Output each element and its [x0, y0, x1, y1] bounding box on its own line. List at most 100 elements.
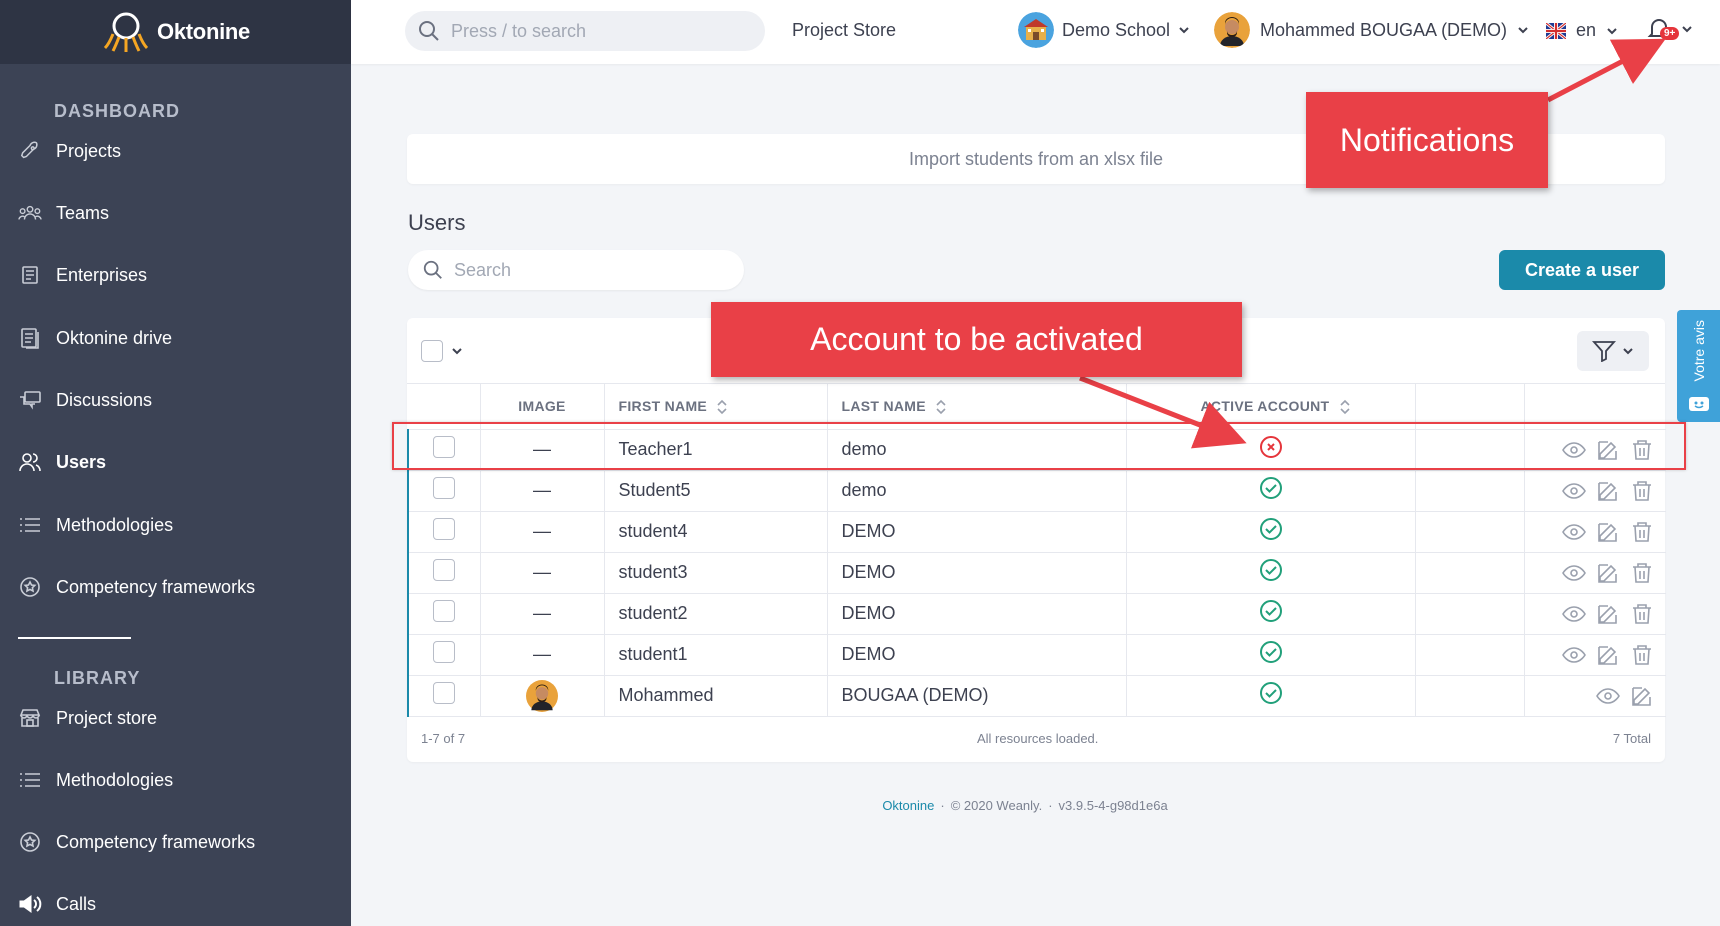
row-checkbox[interactable] [433, 477, 456, 499]
sidebar-item-competency-frameworks[interactable]: Competency frameworks [18, 567, 338, 607]
brand[interactable]: Oktonine [0, 0, 351, 64]
sidebar-item-label: Projects [56, 140, 122, 161]
global-search-input[interactable] [451, 20, 741, 42]
table-row[interactable]: — student1 DEMO [407, 634, 1666, 676]
notifications-button[interactable]: 9+ [1647, 14, 1695, 48]
brand-name: Oktonine [157, 19, 250, 44]
image-cell: — [480, 552, 605, 594]
account-callout: Account to be activated [711, 302, 1242, 377]
sidebar-item-label: Enterprises [56, 264, 148, 285]
select-all-checkbox[interactable] [421, 340, 443, 362]
drive-icon [18, 326, 42, 350]
spacer-cell [1415, 470, 1525, 512]
sidebar-item-calls[interactable]: Calls [18, 884, 338, 924]
footer-version: v3.9.5-4-g98d1e6a [1058, 798, 1168, 813]
delete-icon[interactable] [1630, 602, 1654, 626]
view-icon[interactable] [1562, 561, 1586, 585]
edit-icon[interactable] [1630, 684, 1654, 708]
school-avatar [1018, 12, 1054, 48]
teams-icon [18, 201, 42, 225]
global-search[interactable] [405, 11, 765, 51]
view-icon[interactable] [1562, 520, 1586, 544]
active-check-icon [1259, 518, 1282, 540]
sidebar-item-label: Competency frameworks [56, 831, 256, 852]
delete-icon[interactable] [1630, 479, 1654, 503]
row-checkbox[interactable] [433, 600, 456, 622]
sidebar-item-discussions[interactable]: Discussions [18, 380, 338, 420]
edit-icon[interactable] [1596, 602, 1620, 626]
table-footer: 1-7 of 7 All resources loaded. 7 Total [407, 717, 1665, 761]
discussions-icon [18, 388, 42, 412]
sidebar-item-library-methodologies[interactable]: Methodologies [18, 760, 338, 800]
row-checkbox[interactable] [433, 559, 456, 581]
edit-icon[interactable] [1596, 520, 1620, 544]
table-row[interactable]: — student2 DEMO [407, 593, 1666, 635]
user-menu[interactable]: Mohammed BOUGAA (DEMO) [1214, 12, 1529, 48]
active-check-icon [1259, 641, 1282, 663]
row-checkbox[interactable] [433, 518, 456, 540]
delete-icon[interactable] [1630, 643, 1654, 667]
filter-button[interactable] [1577, 331, 1649, 371]
footer-brand-link[interactable]: Oktonine [882, 798, 934, 813]
sidebar-item-drive[interactable]: Oktonine drive [18, 318, 338, 358]
sidebar-item-teams[interactable]: Teams [18, 193, 338, 233]
actions-cell [1524, 593, 1666, 635]
sidebar-item-methodologies[interactable]: Methodologies [18, 505, 338, 545]
sort-icon[interactable] [1340, 399, 1350, 415]
view-icon[interactable] [1562, 602, 1586, 626]
spacer-cell [1415, 593, 1525, 635]
table-row[interactable]: — student4 DEMO [407, 511, 1666, 553]
users-search-input[interactable] [454, 259, 734, 281]
footer-copyright: © 2020 Weanly. [950, 798, 1043, 813]
table-row[interactable]: — Student5 demo [407, 470, 1666, 512]
chevron-down-icon [1623, 348, 1633, 355]
users-icon [18, 450, 42, 474]
delete-icon[interactable] [1630, 561, 1654, 585]
edit-icon[interactable] [1596, 479, 1620, 503]
first-name-cell: Student5 [604, 470, 828, 512]
sidebar-item-enterprises[interactable]: Enterprises [18, 255, 338, 295]
no-image: — [533, 644, 551, 664]
delete-icon[interactable] [1630, 520, 1654, 544]
sidebar-item-label: Discussions [56, 389, 153, 410]
sort-icon[interactable] [717, 399, 727, 415]
table-row[interactable]: — student3 DEMO [407, 552, 1666, 594]
no-image: — [533, 480, 551, 500]
sidebar-item-projects[interactable]: Projects [18, 131, 338, 171]
row-select-cell [407, 634, 481, 676]
table-row[interactable]: Mohammed BOUGAA (DEMO) [407, 675, 1666, 717]
feedback-label: Votre avis [1690, 320, 1707, 382]
edit-icon[interactable] [1596, 643, 1620, 667]
row-select-cell [407, 552, 481, 594]
create-user-button[interactable]: Create a user [1499, 250, 1665, 290]
sidebar-item-library-competency-frameworks[interactable]: Competency frameworks [18, 822, 338, 862]
row-checkbox[interactable] [433, 641, 456, 663]
project-store-link[interactable]: Project Store [792, 20, 896, 41]
active-account-cell [1126, 593, 1416, 635]
badge-icon [18, 830, 42, 854]
actions-cell [1524, 511, 1666, 553]
sidebar-item-label: Oktonine drive [56, 327, 173, 348]
school-name: Demo School [1062, 19, 1171, 40]
feedback-tab[interactable]: Votre avis [1677, 310, 1720, 422]
chat-bubble-icon [1688, 397, 1709, 411]
school-selector[interactable]: Demo School [1018, 12, 1190, 48]
sort-icon[interactable] [936, 399, 946, 415]
language-selector[interactable]: en [1546, 20, 1618, 41]
topbar: Project Store Demo School Mohammed BOUGA… [351, 0, 1720, 64]
users-table-card: IMAGE FIRST NAME LAST NAME ACTIVE ACCOUN… [407, 318, 1666, 762]
active-check-icon [1259, 559, 1282, 581]
edit-icon[interactable] [1596, 561, 1620, 585]
first-name-cell: student1 [604, 634, 828, 676]
view-icon[interactable] [1562, 479, 1586, 503]
row-checkbox[interactable] [433, 682, 456, 704]
rocket-icon [18, 139, 42, 163]
users-search[interactable] [408, 250, 744, 290]
bulk-select[interactable] [421, 340, 463, 362]
view-icon[interactable] [1596, 684, 1620, 708]
notification-badge: 9+ [1660, 27, 1680, 40]
view-icon[interactable] [1562, 643, 1586, 667]
sidebar-item-users[interactable]: Users [18, 442, 338, 482]
sidebar-item-project-store[interactable]: Project store [18, 698, 338, 738]
chevron-down-icon[interactable] [451, 345, 463, 357]
